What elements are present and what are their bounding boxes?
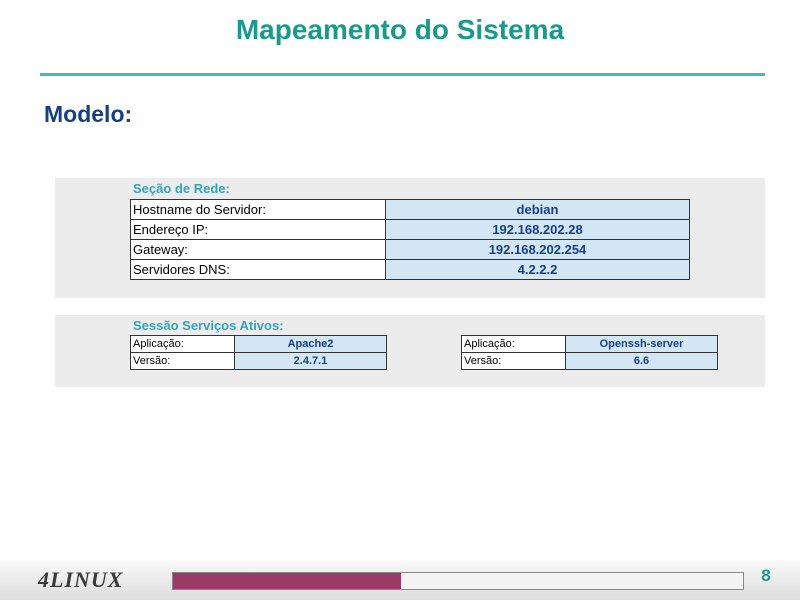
footer-progress-bar	[172, 572, 744, 590]
dns-servers-label: Servidores DNS:	[130, 259, 386, 280]
table-row: Endereço IP: 192.168.202.28	[130, 219, 690, 240]
services-section-label: Sessão Serviços Ativos:	[133, 318, 284, 333]
page-number: 8	[761, 566, 771, 585]
network-table: Hostname do Servidor: debian Endereço IP…	[130, 199, 690, 280]
4linux-logo: 4LINUX	[38, 567, 124, 592]
footer-progress-fill	[173, 573, 401, 589]
table-row: Aplicação: Openssh-server	[461, 335, 718, 353]
slide-title: Mapeamento do Sistema	[235, 14, 565, 45]
hostname-value: debian	[385, 199, 690, 220]
service-table-openssh: Aplicação: Openssh-server Versão: 6.6	[461, 335, 718, 370]
table-row: Servidores DNS: 4.2.2.2	[130, 259, 690, 280]
table-row: Aplicação: Apache2	[130, 335, 387, 353]
version-label: Versão:	[130, 352, 235, 370]
ip-address-value: 192.168.202.28	[385, 219, 690, 240]
title-divider	[40, 73, 765, 76]
gateway-label: Gateway:	[130, 239, 386, 260]
table-row: Versão: 2.4.7.1	[130, 352, 387, 370]
application-value: Openssh-server	[565, 335, 718, 353]
hostname-label: Hostname do Servidor:	[130, 199, 386, 220]
application-label: Aplicação:	[461, 335, 566, 353]
dns-servers-value: 4.2.2.2	[385, 259, 690, 280]
service-table-apache: Aplicação: Apache2 Versão: 2.4.7.1	[130, 335, 387, 370]
version-value: 2.4.7.1	[234, 352, 387, 370]
table-row: Versão: 6.6	[461, 352, 718, 370]
version-value: 6.6	[565, 352, 718, 370]
table-row: Gateway: 192.168.202.254	[130, 239, 690, 260]
network-section-label: Seção de Rede:	[133, 181, 230, 196]
ip-address-label: Endereço IP:	[130, 219, 386, 240]
slide-subtitle: Modelo:	[44, 101, 133, 127]
application-label: Aplicação:	[130, 335, 235, 353]
table-row: Hostname do Servidor: debian	[130, 199, 690, 220]
gateway-value: 192.168.202.254	[385, 239, 690, 260]
network-section-panel: Seção de Rede: Hostname do Servidor: deb…	[55, 178, 765, 298]
version-label: Versão:	[461, 352, 566, 370]
application-value: Apache2	[234, 335, 387, 353]
services-section-panel: Sessão Serviços Ativos: Aplicação: Apach…	[55, 315, 765, 387]
